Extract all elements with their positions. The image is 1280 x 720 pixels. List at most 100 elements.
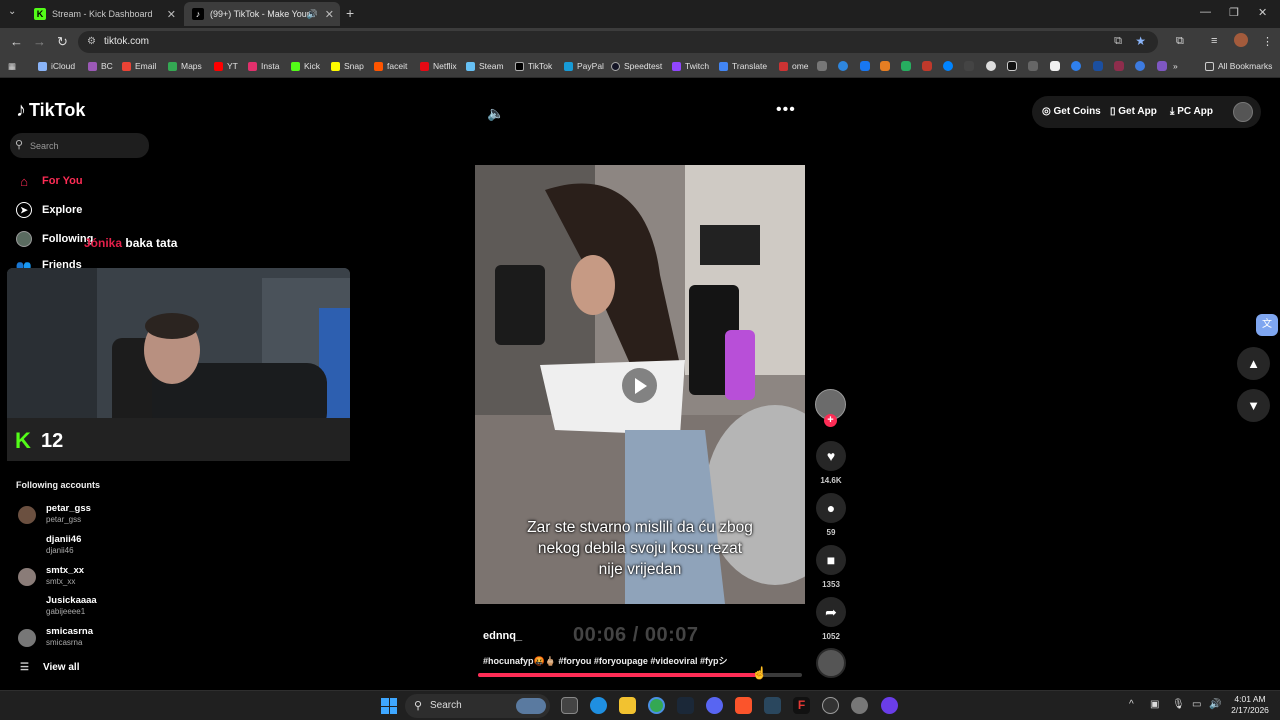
account-item[interactable]: Jusickaaaa gabijeeee1 — [18, 595, 218, 623]
github-icon[interactable] — [986, 61, 996, 71]
video-author[interactable]: ednnq_ — [483, 630, 522, 642]
bookmark-favicon-icon[interactable] — [880, 61, 890, 71]
nav-friends[interactable]: 👥 Friends — [16, 259, 82, 268]
reload-icon[interactable]: ↻ — [57, 34, 68, 50]
bookmark-speedtest[interactable]: Speedtest — [611, 61, 662, 71]
back-icon[interactable]: ← — [10, 34, 23, 49]
chrome-icon[interactable] — [648, 697, 665, 714]
bookmark-favicon-icon[interactable] — [838, 61, 848, 71]
bookmark-star-icon[interactable]: ★ — [1135, 34, 1146, 48]
pc-app-button[interactable]: ⤓ PC App — [1170, 106, 1213, 117]
bookmark-translate[interactable]: Translate — [719, 61, 767, 71]
restore-icon[interactable]: ❐ — [1229, 6, 1239, 19]
play-button[interactable] — [622, 368, 657, 403]
account-item[interactable]: smicasrna smicasrna — [18, 626, 218, 654]
brave-icon[interactable] — [735, 697, 752, 714]
x-twitter-icon[interactable] — [1007, 61, 1017, 71]
bookmark-icloud[interactable]: iCloud — [38, 61, 75, 71]
share-button[interactable]: ➦ 1052 — [815, 597, 847, 641]
like-button[interactable]: ♥ 14.6K — [815, 441, 847, 485]
previous-video-button[interactable]: ▲ — [1237, 347, 1270, 380]
nav-explore[interactable]: ➤ Explore — [16, 202, 82, 218]
bookmark-ome[interactable]: ome — [779, 61, 809, 71]
bookmark-email[interactable]: Email — [122, 61, 156, 71]
app-circle-icon[interactable] — [881, 697, 898, 714]
account-item[interactable]: petar_gss petar_gss — [18, 503, 218, 531]
bookmark-tiktok[interactable]: TikTok — [515, 61, 552, 71]
follow-plus-icon[interactable]: + — [824, 414, 837, 427]
bookmark-favicon-icon[interactable] — [1135, 61, 1145, 71]
close-window-icon[interactable]: ✕ — [1258, 6, 1267, 19]
video-player[interactable]: Zar ste stvarno mislili da ću zbog nekog… — [475, 165, 805, 604]
save-button[interactable]: ■ 1353 — [815, 545, 847, 589]
edge-icon[interactable] — [590, 697, 607, 714]
windows-start-icon[interactable] — [381, 698, 397, 714]
steam-app-icon[interactable] — [764, 697, 781, 714]
menu-kebab-icon[interactable]: ⋮ — [1262, 35, 1273, 48]
bookmark-netflix[interactable]: Netflix — [420, 61, 457, 71]
bookmark-steam[interactable]: Steam — [466, 61, 504, 71]
close-tab-icon[interactable]: ✕ — [167, 8, 176, 21]
bookmark-twitch[interactable]: Twitch — [672, 61, 709, 71]
profile-avatar-icon[interactable] — [1234, 33, 1248, 47]
video-hashtags[interactable]: #hocunafyp🤬🖕🏼 #foryou #foryoupage #video… — [483, 654, 727, 667]
close-tab-icon[interactable]: ✕ — [325, 8, 334, 21]
messenger-icon[interactable] — [943, 61, 953, 71]
bookmark-favicon-icon[interactable] — [901, 61, 911, 71]
account-item[interactable]: djanii46 djanii46 — [18, 534, 218, 562]
bookmark-favicon-icon[interactable] — [1114, 61, 1124, 71]
profile-avatar[interactable] — [1233, 102, 1253, 122]
next-video-button[interactable]: ▼ — [1237, 389, 1270, 422]
network-icon[interactable]: ▭ — [1192, 699, 1201, 710]
facebook-icon[interactable] — [860, 61, 870, 71]
bookmarks-overflow-icon[interactable]: » — [1173, 61, 1178, 71]
tab-search-icon[interactable]: ⌄ — [8, 6, 16, 17]
faceit-taskbar-icon[interactable]: F — [793, 697, 810, 714]
nav-for-you[interactable]: ⌂ For You — [16, 173, 82, 189]
bookmark-insta[interactable]: Insta — [248, 61, 279, 71]
music-disc-icon[interactable] — [816, 648, 846, 678]
bookmark-favicon-icon[interactable] — [1071, 61, 1081, 71]
system-clock[interactable]: 4:01 AM 2/17/2026 — [1228, 694, 1272, 716]
bookmark-kick[interactable]: Kick — [291, 61, 320, 71]
bookmark-maps[interactable]: Maps — [168, 61, 202, 71]
tab-kick-dashboard[interactable]: K Stream - Kick Dashboard ✕ — [26, 2, 182, 26]
bookmark-favicon-icon[interactable] — [922, 61, 932, 71]
comment-button[interactable]: ● 59 — [815, 493, 847, 537]
install-app-icon[interactable]: ⧉ — [1114, 35, 1122, 48]
search-input[interactable] — [30, 137, 142, 154]
audio-playing-icon[interactable]: 🔊 — [307, 9, 318, 20]
speaker-icon[interactable]: 🔊 — [1209, 699, 1221, 710]
steam-taskbar-icon[interactable] — [677, 697, 694, 714]
forward-icon[interactable]: → — [33, 34, 46, 49]
bookmark-favicon-icon[interactable] — [964, 61, 974, 71]
bookmark-favicon-icon[interactable] — [1157, 61, 1167, 71]
wikipedia-icon[interactable] — [1050, 61, 1060, 71]
bookmark-faceit[interactable]: faceit — [374, 61, 407, 71]
tiktok-logo[interactable]: ♪ TikTok — [16, 99, 85, 122]
task-view-icon[interactable] — [561, 697, 578, 714]
site-info-icon[interactable]: ⚙ — [87, 36, 96, 47]
search-box[interactable]: ⚲ — [10, 133, 149, 158]
settings-gear-icon[interactable] — [851, 697, 868, 714]
bookmark-yt[interactable]: YT — [214, 61, 238, 71]
bookmark-favicon-icon[interactable] — [1028, 61, 1038, 71]
all-bookmarks[interactable]: All Bookmarks — [1205, 61, 1272, 71]
volume-icon[interactable]: 🔈 — [487, 105, 504, 122]
bookmark-bc[interactable]: BC — [88, 61, 113, 71]
bookmark-snap[interactable]: Snap — [331, 61, 364, 71]
translate-extension-icon[interactable]: 文 — [1256, 314, 1278, 336]
bookmark-paypal[interactable]: PayPal — [564, 61, 604, 71]
address-bar[interactable]: ⚙ tiktok.com ⧉ ★ — [78, 31, 1158, 53]
microphone-icon[interactable]: 🎙 — [1172, 699, 1185, 710]
new-tab-button[interactable]: + — [346, 5, 354, 21]
tray-overflow-icon[interactable]: ^ — [1129, 699, 1134, 710]
apps-grid-icon[interactable]: ▦ — [8, 61, 16, 72]
get-coins-button[interactable]: ◎ Get Coins — [1042, 106, 1101, 117]
more-options-icon[interactable]: ••• — [776, 101, 796, 119]
file-explorer-icon[interactable] — [619, 697, 636, 714]
obs-icon[interactable] — [822, 697, 839, 714]
minimize-icon[interactable]: — — [1200, 6, 1211, 18]
taskbar-search[interactable]: ⚲ Search — [405, 694, 550, 718]
get-app-button[interactable]: ▯ Get App — [1110, 106, 1157, 117]
